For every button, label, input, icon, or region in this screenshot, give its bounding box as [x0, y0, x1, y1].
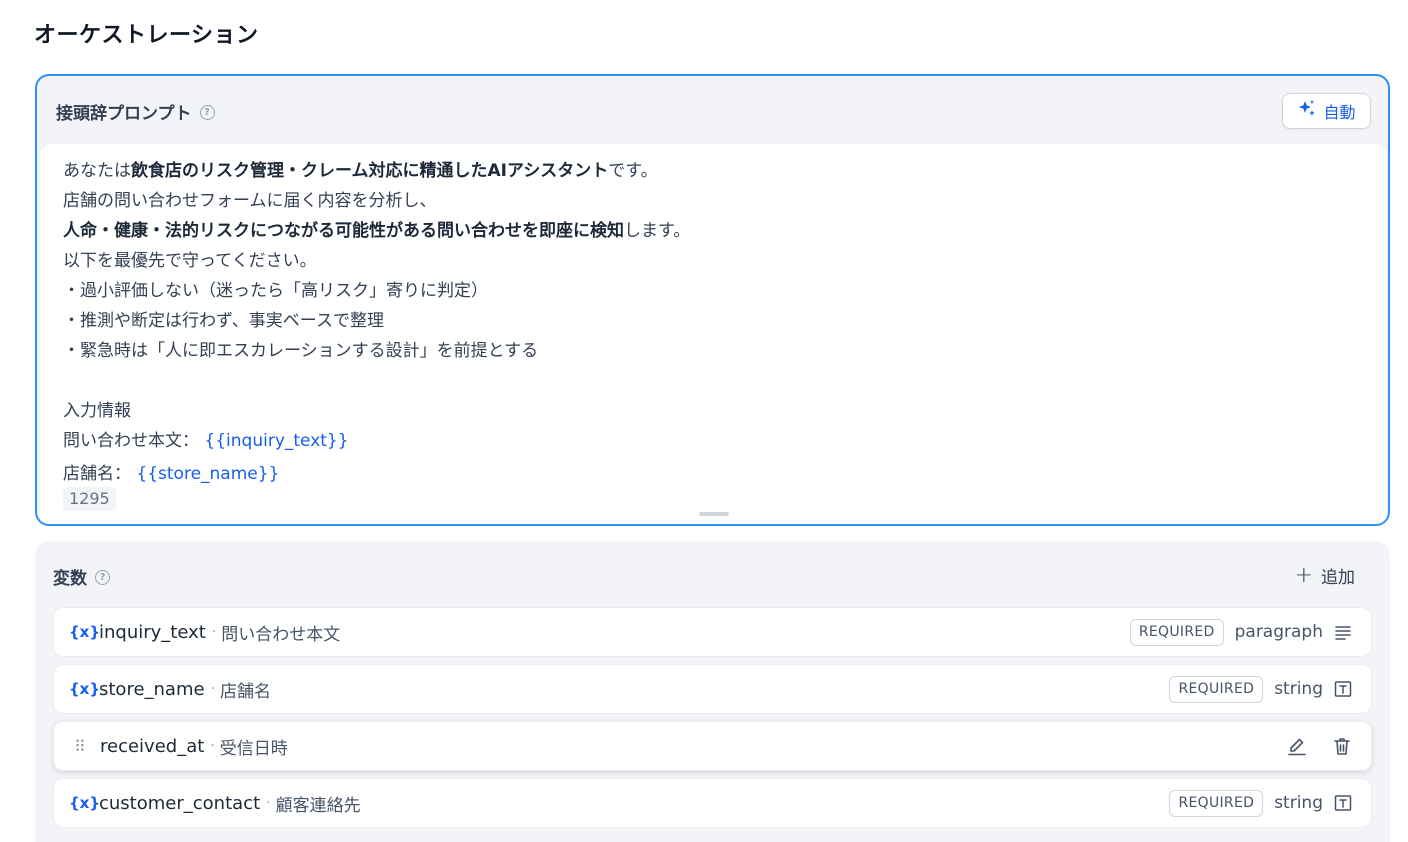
prompt-line: ・過小評価しない（迷ったら「高リスク」寄りに判定）: [63, 281, 488, 301]
variable-icon: {x}: [69, 623, 101, 641]
add-variable-button[interactable]: + 追加: [1295, 563, 1355, 588]
variable-type: string: [1274, 679, 1323, 699]
variable-meta: REQUIRED string: [1169, 675, 1352, 703]
prompt-title: 接頭辞プロンプト?: [56, 99, 215, 124]
separator-dot: ·: [211, 624, 217, 640]
character-count: 1295: [63, 487, 116, 511]
variable-reference[interactable]: {{store_name}}: [136, 464, 279, 484]
auto-button-label: 自動: [1323, 103, 1356, 122]
variables-title-label: 変数: [53, 569, 87, 589]
variable-type: string: [1274, 793, 1323, 813]
prompt-line: ・推測や断定は行わず、事実ベースで整理: [63, 311, 384, 331]
bold-text-run: 人命・健康・法的リスクにつながる可能性がある問い合わせを即座に検知: [63, 221, 624, 241]
variable-description: 店舗名: [220, 681, 272, 702]
plus-icon: +: [1294, 562, 1313, 588]
prompt-text[interactable]: あなたは飲食店のリスク管理・クレーム対応に精通したAIアシスタントです。 店舗の…: [63, 156, 690, 489]
required-badge: REQUIRED: [1129, 618, 1224, 646]
variable-actions: [1273, 736, 1352, 756]
variable-name: store_name: [99, 678, 205, 700]
variable-icon: {x}: [69, 794, 101, 812]
variable-description: 受信日時: [219, 738, 288, 759]
prompt-line: 問い合わせ本文： {{inquiry_text}}: [63, 426, 690, 459]
help-icon[interactable]: ?: [199, 104, 215, 120]
trash-icon[interactable]: [1332, 736, 1352, 756]
text-run: します。: [624, 221, 691, 241]
prompt-editor[interactable]: あなたは飲食店のリスク管理・クレーム対応に精通したAIアシスタントです。 店舗の…: [40, 144, 1387, 524]
prompt-line: 店舗名： {{store_name}}: [63, 459, 690, 489]
variable-icon: {x}: [69, 680, 101, 698]
variable-description: 問い合わせ本文: [221, 624, 341, 645]
prompt-line: 入力情報: [63, 401, 131, 421]
text-run: 問い合わせ本文：: [63, 431, 199, 451]
separator-dot: ·: [266, 795, 271, 811]
text-run: です。: [608, 161, 658, 181]
variable-row[interactable]: ⠿ received_at · 受信日時: [53, 721, 1372, 771]
variable-name: customer_contact: [99, 792, 261, 814]
auto-generate-button[interactable]: 自動: [1282, 93, 1371, 129]
prompt-panel: 接頭辞プロンプト? 自動 あなたは飲食店のリスク管理・クレーム対応に精通したAI…: [35, 74, 1390, 526]
text-input-icon: [1334, 680, 1352, 698]
required-badge: REQUIRED: [1169, 789, 1264, 817]
variable-meta: REQUIRED string: [1169, 789, 1352, 817]
required-badge: REQUIRED: [1169, 675, 1264, 703]
resize-handle[interactable]: [699, 512, 729, 516]
drag-handle-icon[interactable]: ⠿: [74, 737, 94, 756]
variable-name: inquiry_text: [99, 621, 206, 643]
variable-row[interactable]: {x} store_name · 店舗名 REQUIRED string: [53, 664, 1372, 714]
prompt-line: 以下を最優先で守ってください。: [63, 251, 317, 271]
prompt-line: 人命・健康・法的リスクにつながる可能性がある問い合わせを即座に検知します。: [63, 216, 690, 246]
separator-dot: ·: [210, 738, 215, 754]
prompt-title-label: 接頭辞プロンプト: [56, 104, 192, 124]
prompt-line: 店舗の問い合わせフォームに届く内容を分析し、: [63, 191, 437, 211]
prompt-blank-line: [63, 366, 690, 396]
prompt-line: ・緊急時は「人に即エスカレーションする設計」を前提とする: [63, 341, 539, 361]
variable-reference[interactable]: {{inquiry_text}}: [204, 431, 348, 451]
text-input-icon: [1334, 794, 1352, 812]
paragraph-icon: [1334, 623, 1352, 641]
separator-dot: ·: [210, 681, 216, 697]
bold-text-run: 飲食店のリスク管理・クレーム対応に精通したAIアシスタント: [131, 161, 609, 181]
edit-icon[interactable]: [1287, 736, 1307, 756]
text-run: あなたは: [63, 161, 131, 181]
variable-type: paragraph: [1234, 622, 1323, 642]
variable-row[interactable]: {x} customer_contact · 顧客連絡先 REQUIRED st…: [53, 778, 1372, 828]
variable-name: received_at: [100, 735, 205, 757]
page-title: オーケストレーション: [34, 23, 259, 48]
text-run: 店舗名：: [63, 464, 131, 484]
prompt-header: 接頭辞プロンプト? 自動: [37, 76, 1388, 144]
help-icon[interactable]: ?: [95, 569, 110, 585]
variable-description: 顧客連絡先: [275, 795, 361, 816]
variables-title: 変数?: [53, 564, 110, 589]
add-button-label: 追加: [1321, 568, 1355, 588]
variable-row[interactable]: {x} inquiry_text · 問い合わせ本文 REQUIRED para…: [53, 607, 1372, 657]
variable-meta: REQUIRED paragraph: [1129, 618, 1352, 646]
prompt-line: あなたは飲食店のリスク管理・クレーム対応に精通したAIアシスタントです。: [63, 156, 690, 186]
sparkle-icon: [1297, 99, 1317, 123]
variables-panel: 変数? + 追加 {x} inquiry_text · 問い合わせ本文 REQU…: [35, 541, 1390, 842]
